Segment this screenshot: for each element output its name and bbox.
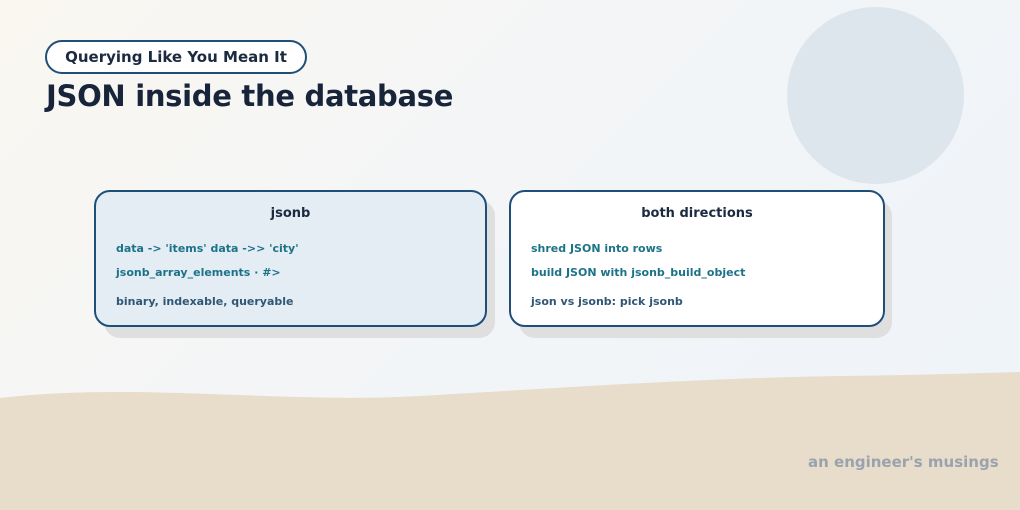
- card-jsonb: jsonb data -> 'items' data ->> 'city' js…: [94, 190, 487, 327]
- card-line-code: data -> 'items' data ->> 'city': [116, 242, 299, 255]
- card-line-summary: json vs jsonb: pick jsonb: [531, 295, 683, 308]
- section-tag: Querying Like You Mean It: [45, 40, 307, 74]
- section-tag-label: Querying Like You Mean It: [65, 48, 287, 66]
- card-title: both directions: [641, 206, 753, 221]
- card-line-point: build JSON with jsonb_build_object: [531, 266, 746, 279]
- card-line-summary: binary, indexable, queryable: [116, 295, 294, 308]
- card-line-point: shred JSON into rows: [531, 242, 663, 255]
- card-both-directions: both directions shred JSON into rows bui…: [509, 190, 885, 327]
- slide: Querying Like You Mean It JSON inside th…: [0, 0, 1020, 510]
- page-title: JSON inside the database: [46, 79, 454, 113]
- card-line-code: jsonb_array_elements · #>: [116, 266, 281, 279]
- footer-signature: an engineer's musings: [808, 453, 999, 471]
- card-title: jsonb: [270, 206, 311, 221]
